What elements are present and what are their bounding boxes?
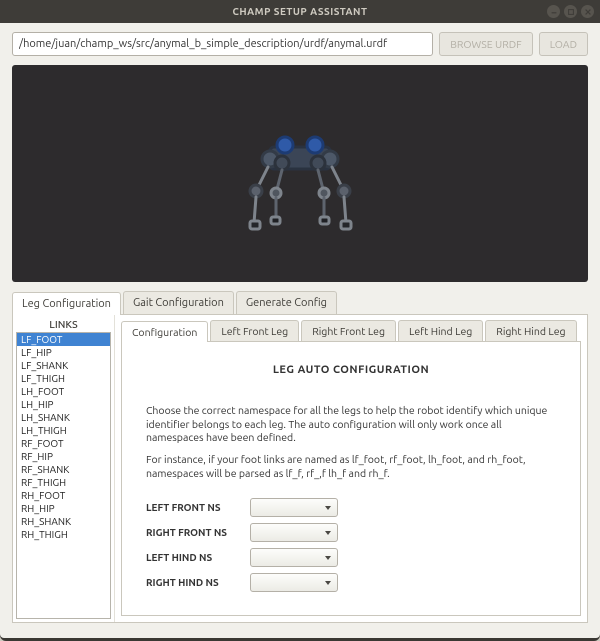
- namespace-dropdown[interactable]: [250, 573, 338, 592]
- close-icon[interactable]: [581, 5, 594, 18]
- main-tab-gait-configuration[interactable]: Gait Configuration: [123, 291, 234, 314]
- title-bar: CHAMP SETUP ASSISTANT: [0, 0, 600, 23]
- namespace-row: RIGHT HIND NS: [146, 573, 556, 592]
- namespace-dropdown[interactable]: [250, 523, 338, 542]
- window-chrome: CHAMP SETUP ASSISTANT BROWSE URDF LOAD: [0, 0, 600, 641]
- link-item[interactable]: RH_THIGH: [17, 528, 110, 541]
- file-row: BROWSE URDF LOAD: [12, 32, 588, 56]
- link-item[interactable]: RF_FOOT: [17, 437, 110, 450]
- namespace-row: RIGHT FRONT NS: [146, 523, 556, 542]
- main-tab-generate-config[interactable]: Generate Config: [236, 291, 337, 314]
- client-area: BROWSE URDF LOAD: [0, 23, 600, 638]
- config-heading: LEG AUTO CONFIGURATION: [146, 364, 556, 376]
- minimize-icon[interactable]: [547, 5, 560, 18]
- namespace-row: LEFT HIND NS: [146, 548, 556, 567]
- sub-tab-configuration[interactable]: Configuration: [121, 321, 208, 342]
- namespace-row: LEFT FRONT NS: [146, 498, 556, 517]
- browse-urdf-button[interactable]: BROWSE URDF: [439, 32, 533, 56]
- link-item[interactable]: LH_THIGH: [17, 424, 110, 437]
- namespace-label: RIGHT HIND NS: [146, 577, 250, 588]
- namespace-rows: LEFT FRONT NS RIGHT FRONT NS LEFT HIND NS R…: [146, 498, 556, 592]
- load-button[interactable]: LOAD: [539, 32, 588, 56]
- link-item[interactable]: RF_HIP: [17, 450, 110, 463]
- right-pane: ConfigurationLeft Front LegRight Front L…: [115, 315, 587, 622]
- link-item[interactable]: LF_SHANK: [17, 359, 110, 372]
- sub-tab-left-front-leg[interactable]: Left Front Leg: [210, 320, 299, 341]
- main-panel: LINKS LF_FOOTLF_HIPLF_SHANKLF_THIGHLH_FO…: [12, 314, 588, 623]
- namespace-label: LEFT HIND NS: [146, 552, 250, 563]
- namespace-label: RIGHT FRONT NS: [146, 527, 250, 538]
- link-item[interactable]: RH_FOOT: [17, 489, 110, 502]
- config-panel: LEG AUTO CONFIGURATION Choose the correc…: [121, 341, 581, 616]
- link-item[interactable]: RF_SHANK: [17, 463, 110, 476]
- window-title: CHAMP SETUP ASSISTANT: [233, 6, 368, 17]
- links-title: LINKS: [13, 315, 114, 332]
- links-list[interactable]: LF_FOOTLF_HIPLF_SHANKLF_THIGHLH_FOOTLH_H…: [16, 332, 111, 619]
- main-tab-leg-configuration[interactable]: Leg Configuration: [12, 292, 121, 315]
- sub-tab-left-hind-leg[interactable]: Left Hind Leg: [398, 320, 483, 341]
- config-paragraph-1: Choose the correct namespace for all the…: [146, 404, 556, 445]
- links-pane: LINKS LF_FOOTLF_HIPLF_SHANKLF_THIGHLH_FO…: [13, 315, 115, 622]
- link-item[interactable]: LF_THIGH: [17, 372, 110, 385]
- link-item[interactable]: LF_HIP: [17, 346, 110, 359]
- link-item[interactable]: LH_SHANK: [17, 411, 110, 424]
- window-controls: [547, 0, 594, 23]
- namespace-dropdown[interactable]: [250, 498, 338, 517]
- robot-viewport[interactable]: [12, 65, 588, 282]
- link-item[interactable]: RF_THIGH: [17, 476, 110, 489]
- urdf-path-input[interactable]: [12, 32, 433, 56]
- sub-tab-right-front-leg[interactable]: Right Front Leg: [301, 320, 396, 341]
- link-item[interactable]: LH_HIP: [17, 398, 110, 411]
- namespace-dropdown[interactable]: [250, 548, 338, 567]
- config-paragraph-2: For instance, if your foot links are nam…: [146, 453, 556, 480]
- robot-model-icon: [210, 97, 390, 251]
- namespace-label: LEFT FRONT NS: [146, 502, 250, 513]
- link-item[interactable]: RH_SHANK: [17, 515, 110, 528]
- link-item[interactable]: LH_FOOT: [17, 385, 110, 398]
- sub-tab-strip: ConfigurationLeft Front LegRight Front L…: [121, 320, 581, 341]
- link-item[interactable]: RH_HIP: [17, 502, 110, 515]
- maximize-icon[interactable]: [564, 5, 577, 18]
- sub-tab-right-hind-leg[interactable]: Right Hind Leg: [485, 320, 576, 341]
- main-tab-strip: Leg ConfigurationGait ConfigurationGener…: [12, 291, 588, 314]
- link-item[interactable]: LF_FOOT: [17, 333, 110, 346]
